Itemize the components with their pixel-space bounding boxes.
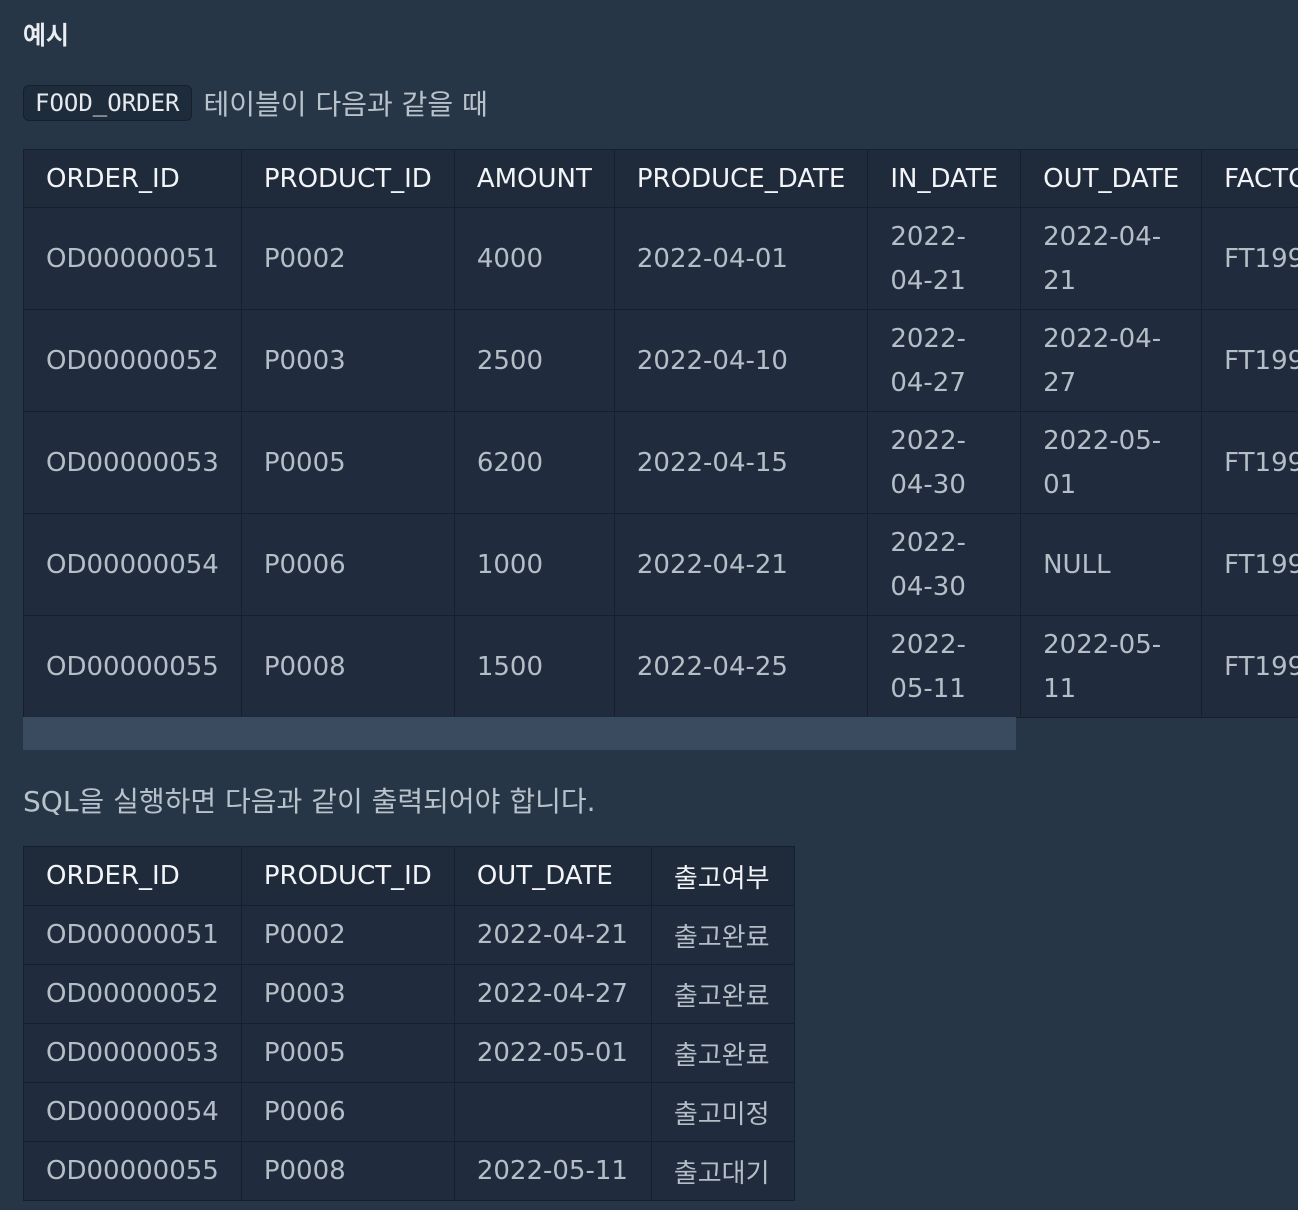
table-cell: 출고완료 (650, 964, 795, 1024)
table-cell: P0005 (240, 1023, 455, 1083)
table-row: OD00000051 P0002 2022-04-21 출고완료 (23, 905, 795, 965)
table-cell: P0006 (240, 513, 455, 616)
table-cell: P0003 (240, 309, 455, 412)
table-cell: 2022-04-15 (613, 411, 869, 514)
horizontal-scrollbar-thumb[interactable] (23, 717, 1016, 750)
table-cell: 2022-04-21 (453, 905, 652, 965)
table-row: OD00000054 P0006 출고미정 (23, 1082, 795, 1142)
table-cell: OD00000053 (23, 1023, 242, 1083)
table-cell: OD00000051 (23, 905, 242, 965)
table-cell: OD00000052 (23, 964, 242, 1024)
table-cell: 2022-04-27 (453, 964, 652, 1024)
table-cell: P0002 (240, 905, 455, 965)
table-cell: 2022-04-21 (867, 207, 1022, 310)
column-header: ORDER_ID (23, 846, 242, 906)
table-name-code: FOOD_ORDER (23, 85, 192, 121)
table-cell: 출고완료 (650, 1023, 795, 1083)
sql-note: SQL을 실행하면 다음과 같이 출력되어야 합니다. (23, 785, 596, 818)
table-cell: OD00000051 (23, 207, 242, 310)
table-row: OD00000055 P0008 2022-05-11 출고대기 (23, 1141, 795, 1201)
table-cell: 2022-04-25 (613, 615, 869, 718)
table-cell: FT19980003 (1201, 207, 1298, 310)
table-cell: 출고완료 (650, 905, 795, 965)
column-header: OUT_DATE (453, 846, 652, 906)
column-header: OUT_DATE (1020, 149, 1203, 208)
table-cell: 6200 (453, 411, 615, 514)
table-cell: 4000 (453, 207, 615, 310)
table-row: OD00000053 P0005 6200 2022-04-15 2022-04… (23, 411, 1298, 514)
result-table-container: ORDER_ID PRODUCT_ID OUT_DATE 출고여부 OD0000… (23, 846, 795, 1201)
table-cell: OD00000054 (23, 1082, 242, 1142)
table-cell: P0005 (240, 411, 455, 514)
table-cell: 2022-04-21 (1020, 207, 1203, 310)
table-row: OD00000055 P0008 1500 2022-04-25 2022-05… (23, 615, 1298, 718)
table-header-row: ORDER_ID PRODUCT_ID AMOUNT PRODUCE_DATE … (23, 149, 1298, 208)
table-cell: FT19980003 (1201, 309, 1298, 412)
result-table: ORDER_ID PRODUCT_ID OUT_DATE 출고여부 OD0000… (23, 846, 795, 1201)
column-header: PRODUCT_ID (240, 149, 455, 208)
table-row: OD00000051 P0002 4000 2022-04-01 2022-04… (23, 207, 1298, 310)
column-header: 출고여부 (650, 846, 795, 906)
column-header: FACTORY_ID (1201, 149, 1298, 208)
table-cell: 2022-05-11 (1020, 615, 1203, 718)
table-cell: 1500 (453, 615, 615, 718)
table-cell: FT19940003 (1201, 411, 1298, 514)
table-row: OD00000053 P0005 2022-05-01 출고완료 (23, 1023, 795, 1083)
column-header: PRODUCE_DATE (613, 149, 869, 208)
table-cell: 1000 (453, 513, 615, 616)
table-cell: 2022-04-30 (867, 513, 1022, 616)
table-cell: 2022-04-27 (1020, 309, 1203, 412)
table-cell: 2500 (453, 309, 615, 412)
column-header: IN_DATE (867, 149, 1022, 208)
table-cell: OD00000052 (23, 309, 242, 412)
table-cell: 출고대기 (650, 1141, 795, 1201)
table-cell: 2022-04-27 (867, 309, 1022, 412)
column-header: AMOUNT (453, 149, 615, 208)
table-cell: 2022-05-11 (453, 1141, 652, 1201)
table-cell: P0008 (240, 615, 455, 718)
table-cell: 2022-04-10 (613, 309, 869, 412)
table-cell: 2022-05-11 (867, 615, 1022, 718)
table-cell: OD00000054 (23, 513, 242, 616)
table-cell: 2022-05-01 (1020, 411, 1203, 514)
table-cell: FT19980003 (1201, 615, 1298, 718)
table-cell: 2022-04-30 (867, 411, 1022, 514)
table-cell: P0003 (240, 964, 455, 1024)
section-title: 예시 (23, 21, 70, 50)
table-cell: P0008 (240, 1141, 455, 1201)
column-header: ORDER_ID (23, 149, 242, 208)
intro-line: FOOD_ORDER 테이블이 다음과 같을 때 (23, 83, 488, 123)
food-order-table-container[interactable]: ORDER_ID PRODUCT_ID AMOUNT PRODUCE_DATE … (23, 149, 1298, 751)
table-cell (453, 1082, 652, 1142)
food-order-table: ORDER_ID PRODUCT_ID AMOUNT PRODUCE_DATE … (23, 149, 1298, 718)
table-cell: 2022-04-21 (613, 513, 869, 616)
table-cell: OD00000055 (23, 615, 242, 718)
table-cell: OD00000055 (23, 1141, 242, 1201)
table-cell: NULL (1020, 513, 1203, 616)
table-header-row: ORDER_ID PRODUCT_ID OUT_DATE 출고여부 (23, 846, 795, 906)
table-cell: 출고미정 (650, 1082, 795, 1142)
table-cell: FT19940003 (1201, 513, 1298, 616)
table-cell: P0002 (240, 207, 455, 310)
table-row: OD00000052 P0003 2022-04-27 출고완료 (23, 964, 795, 1024)
table-cell: 2022-04-01 (613, 207, 869, 310)
intro-text: 테이블이 다음과 같을 때 (203, 88, 488, 121)
table-cell: P0006 (240, 1082, 455, 1142)
table-row: OD00000052 P0003 2500 2022-04-10 2022-04… (23, 309, 1298, 412)
column-header: PRODUCT_ID (240, 846, 455, 906)
table-cell: OD00000053 (23, 411, 242, 514)
table-cell: 2022-05-01 (453, 1023, 652, 1083)
table-row: OD00000054 P0006 1000 2022-04-21 2022-04… (23, 513, 1298, 616)
